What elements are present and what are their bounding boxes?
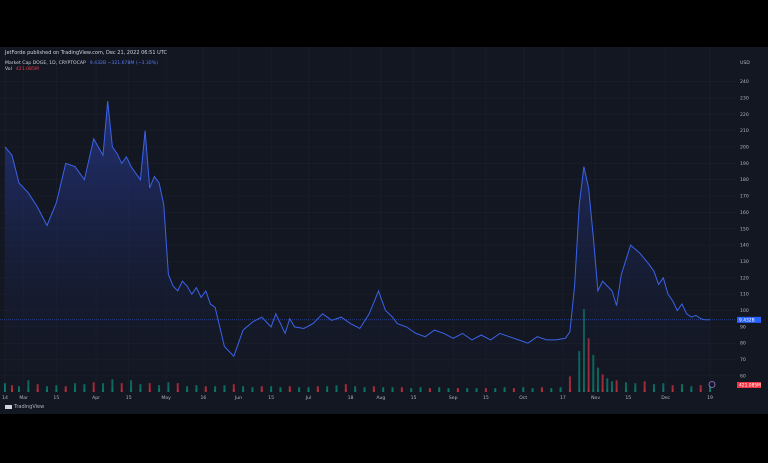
x-tick-label: Mar	[19, 395, 28, 401]
x-tick-label: 15	[53, 395, 59, 401]
y-tick-label: 170	[740, 194, 749, 200]
x-tick-label: 15	[126, 395, 132, 401]
x-tick-label: Dec	[661, 395, 670, 401]
y-tick-label: 70	[740, 357, 746, 363]
x-tick-label: Sep	[449, 395, 458, 401]
y-tick-label: 220	[740, 112, 749, 118]
y-tick-label: 80	[740, 341, 746, 347]
series-value: 9.432B −321.678M (−3.30%)	[89, 61, 158, 66]
x-axis: 14 Mar 15 Apr 15 May 16 Jun 15 Jul 18 Aug 15 Sep 15 Oct…	[2, 395, 713, 401]
x-tick-label: Jun	[234, 395, 242, 401]
y-tick-label: 180	[740, 177, 749, 183]
x-tick-label: 15	[411, 395, 417, 401]
y-tick-label: 100	[740, 308, 749, 314]
volume-label: Vol	[5, 67, 12, 72]
x-tick-label: Apr	[92, 395, 100, 401]
y-tick-label: 140	[740, 243, 749, 249]
x-tick-label: Nov	[591, 395, 600, 401]
y-tick-label: 90	[740, 324, 746, 330]
y-tick-label: 120	[740, 275, 749, 281]
y-tick-label: 160	[740, 210, 749, 216]
x-tick-label: 15	[483, 395, 489, 401]
x-tick-label: 15	[625, 395, 631, 401]
volume-badge-label: 421.085M	[739, 383, 761, 389]
x-tick-label: 18	[348, 395, 354, 401]
volume-legend[interactable]: Vol 421.085M	[5, 67, 39, 72]
x-tick-label: Jul	[305, 395, 312, 401]
y-tick-label: 230	[740, 95, 749, 101]
x-tick-label: 16	[200, 395, 206, 401]
tradingview-footer[interactable]: TradingView	[5, 404, 44, 410]
x-tick-label: 15	[268, 395, 274, 401]
y-tick-label: 240	[740, 79, 749, 85]
market-cap-chart[interactable]: 60 70 80 90 100 110 120 130 140 150 160 170 180 190 20…	[0, 47, 768, 414]
y-tick-label: 110	[740, 292, 749, 298]
x-tick-label: 17	[560, 395, 566, 401]
volume-value: 421.085M	[15, 67, 39, 72]
y-tick-label: 200	[740, 145, 749, 151]
x-tick-label: Aug	[376, 395, 385, 401]
y-tick-label: 190	[740, 161, 749, 167]
series-legend[interactable]: Market Cap DOGE, 1D, CRYPTOCAP 9.432B −32…	[5, 61, 158, 66]
x-tick-label: 19	[707, 395, 713, 401]
x-tick-label: 14	[2, 395, 8, 401]
series-label: Market Cap DOGE, 1D, CRYPTOCAP	[5, 61, 86, 66]
y-tick-label: 150	[740, 226, 749, 232]
publish-header: JetForde published on TradingView.com, D…	[5, 50, 168, 56]
y-axis-title: USD	[740, 60, 750, 66]
x-tick-label: May	[161, 395, 171, 401]
tradingview-logo-icon	[5, 404, 12, 409]
chart-frame: 60 70 80 90 100 110 120 130 140 150 160 170 180 190 20…	[0, 47, 768, 414]
y-axis: 60 70 80 90 100 110 120 130 140 150 160 170 180 190 20…	[740, 60, 750, 379]
brand-label: TradingView	[14, 404, 45, 410]
y-tick-label: 60	[740, 373, 746, 379]
y-tick-label: 130	[740, 259, 749, 265]
y-tick-label: 210	[740, 128, 749, 134]
current-price-label: 9.432B	[739, 317, 755, 323]
x-tick-label: Oct	[519, 395, 527, 401]
